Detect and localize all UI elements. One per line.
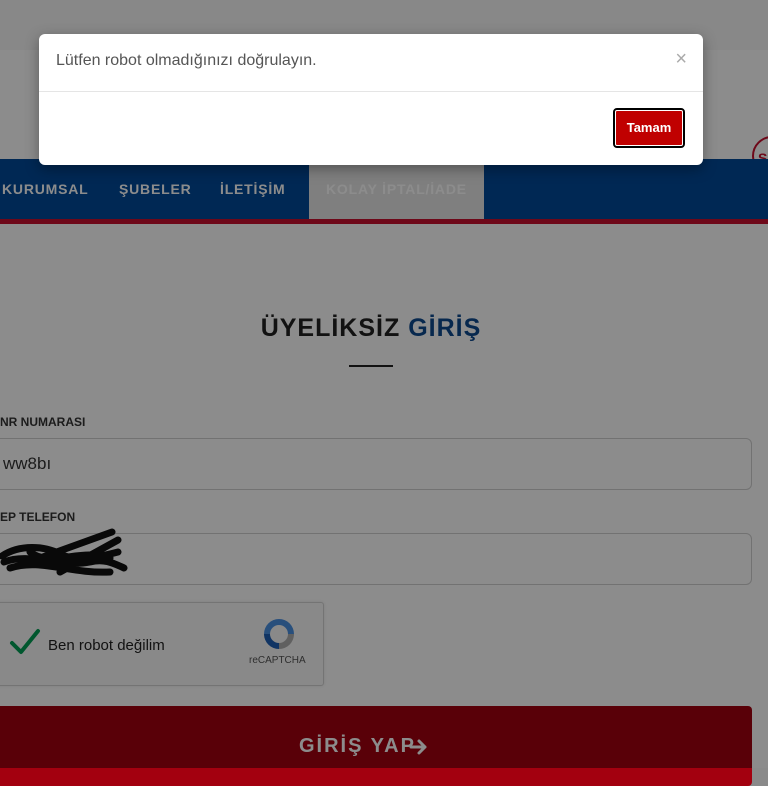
close-icon[interactable]: ×: [675, 48, 687, 70]
dialog-divider: [39, 91, 703, 92]
ok-button-label: Tamam: [615, 110, 683, 146]
dialog-message: Lütfen robot olmadığınızı doğrulayın.: [56, 52, 317, 69]
captcha-alert-dialog: Lütfen robot olmadığınızı doğrulayın. × …: [39, 34, 703, 165]
ok-button[interactable]: Tamam: [613, 108, 685, 148]
